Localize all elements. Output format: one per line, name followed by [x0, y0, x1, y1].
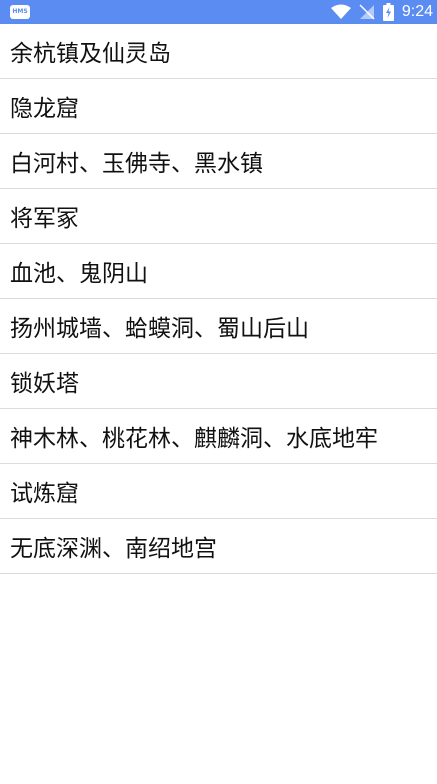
status-icons: 9:24: [330, 0, 433, 24]
status-bar: HMS 9:24: [0, 0, 437, 24]
list-item[interactable]: 余杭镇及仙灵岛: [0, 24, 437, 79]
hms-badge: HMS: [10, 5, 30, 19]
list-item[interactable]: 隐龙窟: [0, 79, 437, 134]
list-item[interactable]: 扬州城墙、蛤蟆洞、蜀山后山: [0, 299, 437, 354]
battery-icon: [382, 3, 394, 21]
list-item[interactable]: 神木林、桃花林、麒麟洞、水底地牢: [0, 409, 437, 464]
list-item[interactable]: 试炼窟: [0, 464, 437, 519]
signal-icon: [359, 4, 375, 20]
wifi-icon: [330, 4, 351, 20]
list-item[interactable]: 血池、鬼阴山: [0, 244, 437, 299]
list-item[interactable]: 锁妖塔: [0, 354, 437, 409]
list-item[interactable]: 白河村、玉佛寺、黑水镇: [0, 134, 437, 189]
list-item[interactable]: 无底深渊、南绍地宫: [0, 519, 437, 574]
status-time: 9:24: [401, 3, 433, 20]
location-list: 余杭镇及仙灵岛 隐龙窟 白河村、玉佛寺、黑水镇 将军冢 血池、鬼阴山 扬州城墙、…: [0, 24, 437, 574]
list-item[interactable]: 将军冢: [0, 189, 437, 244]
